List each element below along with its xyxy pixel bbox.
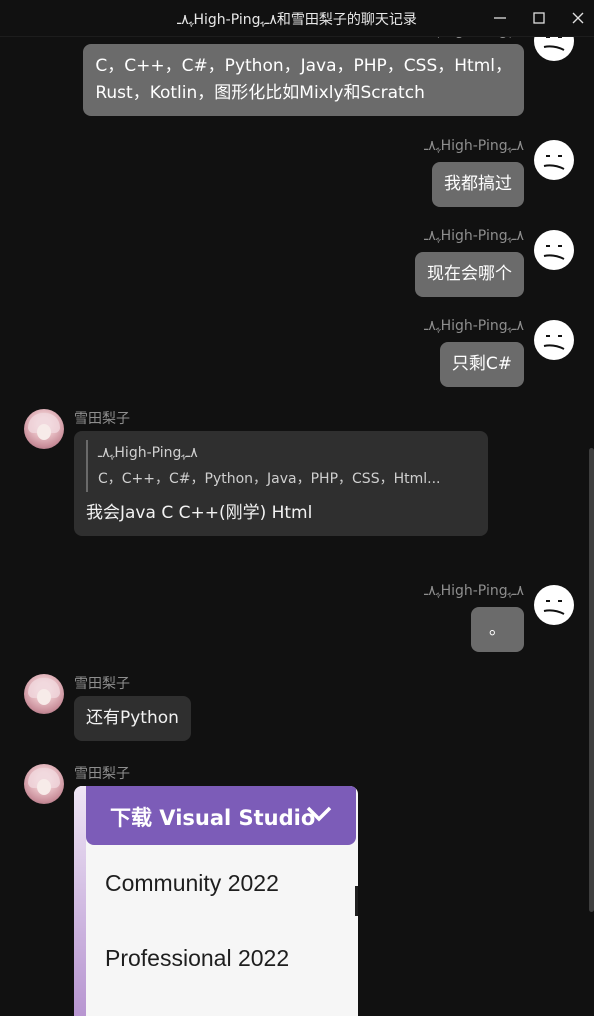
other-avatar[interactable] [24,674,64,714]
vs-header-label: 下载 Visual Studio [110,806,316,830]
sender-name: ﮩ٨ـHigh-Ping٨ـﮩ [424,228,524,244]
meh-face-icon [543,335,565,350]
close-button[interactable] [568,8,588,28]
sender-name: 雪田梨子 [74,411,130,427]
vs-download-header: 下载 Visual Studio [86,786,356,845]
message-text: 现在会哪个 [427,264,512,284]
image-message[interactable]: 下载 Visual Studio Community 2022 Professi… [74,786,358,1016]
minimize-button[interactable] [490,8,510,28]
other-avatar[interactable] [24,764,64,804]
message-bubble[interactable]: 只剩C# [439,342,524,387]
message-text: 还有Python [86,708,179,728]
message-bubble[interactable]: 还有Python [74,696,191,741]
other-avatar[interactable] [24,409,64,449]
self-avatar[interactable] [534,37,574,61]
sender-name: ﮩ٨ـHigh-Ping٨ـﮩ [424,318,524,334]
close-icon [572,12,584,24]
maximize-button[interactable] [529,8,549,28]
message-text: 我都搞过 [444,174,512,194]
meh-face-icon [543,600,565,615]
message-bubble[interactable]: 。 [471,607,524,652]
maximize-icon [533,12,545,24]
self-avatar[interactable] [534,585,574,625]
sender-name: ﮩ٨ـHigh-Ping٨ـﮩ [424,583,524,599]
message-bubble[interactable]: C，C++，C#，Python，Java，PHP，CSS，Html， Rust，… [83,44,524,116]
message-text: 我会Java C C++(刚学) Html [86,503,313,523]
message-text: Rust，Kotlin，图形化比如Mixly和Scratch [95,83,425,103]
sender-name: ﮩ٨ـHigh-Ping٨ـﮩ [424,138,524,154]
message-bubble[interactable]: 现在会哪个 [415,252,524,297]
chat-history[interactable]: ﮩ٨ـHigh-Ping٨ـﮩ C，C++，C#，Python，Java，PHP… [0,37,594,1016]
vs-item: Professional 2022 [105,945,290,971]
self-avatar[interactable] [534,320,574,360]
meh-face-icon [543,245,565,260]
meh-face-icon [543,37,565,51]
message-text: 。 [489,619,506,639]
meh-face-icon [543,155,565,170]
minimize-icon [494,17,506,19]
chevron-down-icon [306,806,332,822]
quoted-text: C，C++，C#，Python，Java，PHP，CSS，Html... [98,471,441,487]
message-bubble[interactable]: ﮩ٨ـHigh-Ping٨ـﮩ C，C++，C#，Python，Java，PHP… [74,431,488,536]
sender-name: 雪田梨子 [74,766,130,782]
self-avatar[interactable] [534,230,574,270]
message-bubble[interactable]: 我都搞过 [432,162,524,207]
vs-item: Community 2022 [105,870,279,896]
quoted-message[interactable]: ﮩ٨ـHigh-Ping٨ـﮩ C，C++，C#，Python，Java，PHP… [86,440,476,492]
sender-name: 雪田梨子 [74,676,130,692]
message-text: 只剩C# [451,354,512,374]
sender-name: ﮩ٨ـHigh-Ping٨ـﮩ [424,37,524,39]
title-bar: ﮩ٨ـHigh-Ping٨ـﮩ和雪田梨子的聊天记录 [0,0,594,37]
self-avatar[interactable] [534,140,574,180]
quoted-sender: ﮩ٨ـHigh-Ping٨ـﮩ [98,445,198,461]
message-text: C，C++，C#，Python，Java，PHP，CSS，Html， [95,56,512,76]
scrollbar[interactable] [589,448,594,912]
